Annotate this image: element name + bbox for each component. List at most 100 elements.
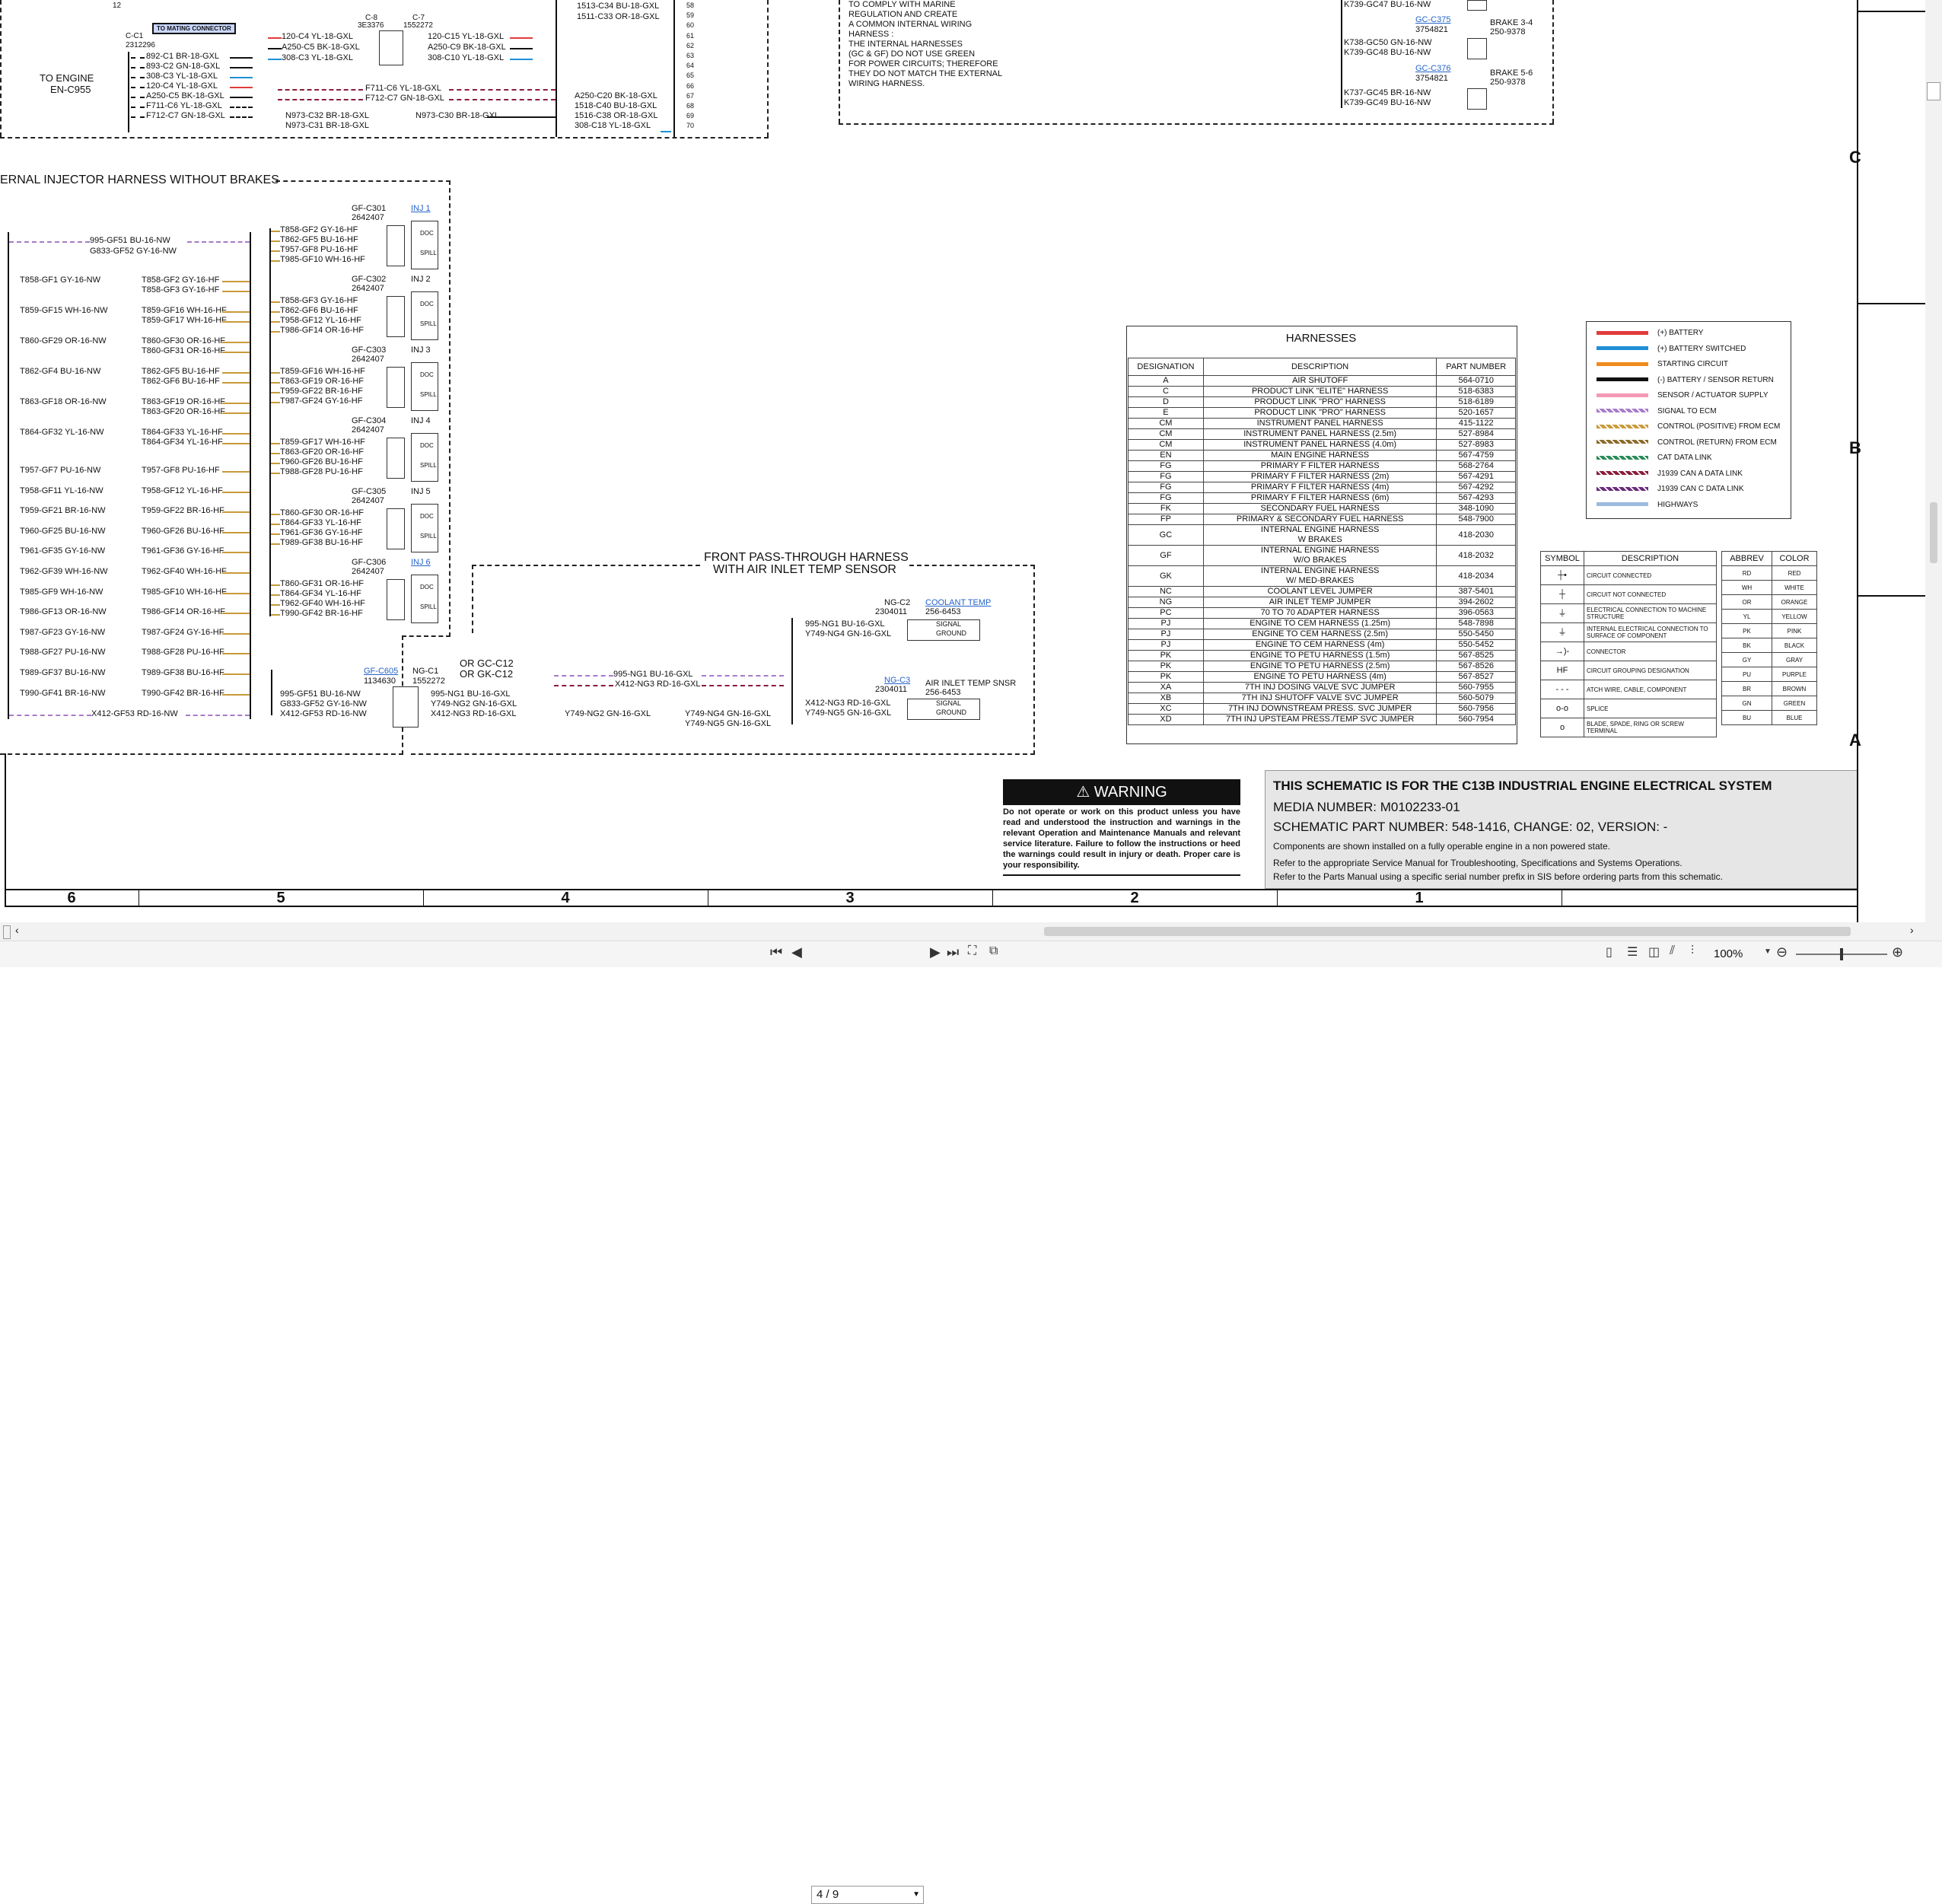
symbol-description: ELECTRICAL CONNECTION TO MACHINE STRUCTU… — [1584, 603, 1717, 623]
next-page-icon[interactable]: ▶ — [930, 944, 941, 960]
zoom-slider-handle[interactable] — [1840, 948, 1843, 960]
front-wire-label: Y749-NG5 GN-16-GXL — [685, 719, 772, 728]
injector-connector-part: 2642407 — [352, 425, 384, 435]
left-panel-handle[interactable] — [3, 925, 11, 939]
abbrev-cell: GY — [1721, 652, 1773, 667]
injector-bottom-border — [0, 753, 403, 755]
side-panel-toggle-icon[interactable] — [1927, 82, 1940, 100]
harnesses-header-cell: DESIGNATION — [1128, 358, 1204, 376]
injector-wire-label: T862-GF6 BU-16-HF — [280, 306, 358, 315]
wire-legend-label: J1939 CAN A DATA LINK — [1657, 469, 1743, 478]
scroll-right-icon[interactable]: › — [1910, 924, 1914, 936]
fit-page-icon[interactable]: ⛶ — [968, 944, 976, 958]
vertical-scroll-thumb[interactable] — [1930, 502, 1937, 563]
symbol-row: ⏚ INTERNAL ELECTRICAL CONNECTION TO SURFA… — [1540, 622, 1717, 642]
last-page-icon[interactable]: ⏭ — [947, 944, 959, 960]
abbrev-cell: PU — [1721, 667, 1773, 682]
wire-legend-row: CONTROL (POSITIVE) FROM ECM — [1597, 422, 1780, 431]
symbol-header-cell: SYMBOL — [1540, 551, 1584, 566]
injector-connector-body — [387, 508, 405, 549]
injector-wire-label: T859-GF17 WH-16-HF — [280, 438, 365, 447]
abbrev-cell: BLUE — [1772, 710, 1817, 725]
injector-wire-lead — [271, 533, 280, 535]
brake-bus-rail — [1341, 0, 1342, 108]
front-bus-rail — [791, 618, 793, 724]
gc-c375-link: GC-C375 — [1415, 15, 1451, 24]
two-page-view-icon[interactable]: ◫ — [1648, 944, 1660, 960]
first-page-icon[interactable]: ⏮ — [770, 944, 782, 960]
harnesses-cell: FG — [1128, 471, 1204, 482]
continuous-view-icon[interactable]: ☰ — [1627, 944, 1638, 960]
injector-row-wire: T860-GF30 OR-16-HF — [142, 336, 226, 345]
injector-connector-label: GF-C301 — [352, 204, 387, 213]
harnesses-cell: 560-7954 — [1436, 714, 1516, 725]
wire-color-swatch — [1597, 377, 1648, 382]
harnesses-cell: A — [1128, 375, 1204, 387]
scroll-left-icon[interactable]: ‹ — [15, 924, 19, 936]
horizontal-scrollbar[interactable]: ‹ › — [0, 922, 1942, 941]
harnesses-cell: INSTRUMENT PANEL HARNESS — [1202, 418, 1437, 429]
abbrev-row: GY GRAY — [1721, 652, 1817, 667]
wire-color-swatch — [1597, 361, 1648, 366]
marine-note-line: A COMMON INTERNAL WIRING — [848, 20, 973, 29]
injector-wire-lead — [271, 250, 280, 252]
abbrev-cell: OR — [1721, 594, 1773, 610]
injector-single-wire: T987-GF24 GY-16-HF — [142, 627, 224, 637]
harnesses-cell: PRODUCT LINK "PRO" HARNESS — [1202, 407, 1437, 419]
injector-single-wire: T958-GF12 YL-16-HF — [142, 486, 223, 495]
symbol-description: ATCH WIRE, CABLE, COMPONENT — [1584, 680, 1717, 699]
page-dropdown-icon[interactable]: ▼ — [912, 1886, 920, 1903]
two-page-continuous-icon[interactable]: ⫽ — [1670, 944, 1675, 958]
wire-color-swatch — [1597, 346, 1648, 351]
single-page-view-icon[interactable]: ▯ — [1606, 944, 1612, 960]
notice-note-1: Components are shown installed on a full… — [1273, 841, 1610, 852]
injector-single-wire-tail — [222, 531, 250, 533]
right-block-wire-label: 1518-C40 BU-18-GXL — [575, 101, 657, 110]
zoom-slider[interactable] — [1796, 948, 1887, 960]
harnesses-cell: ENGINE TO PETU HARNESS (1.5m) — [1202, 650, 1437, 661]
injector-single-wire: T988-GF27 PU-16-NW — [20, 648, 106, 657]
c7-wire-tail — [510, 48, 533, 49]
brake-wire-label: K738-GC50 GN-16-NW — [1344, 38, 1432, 47]
vertical-scrollbar[interactable] — [1925, 0, 1942, 922]
injector-single-wire: T959-GF21 BR-16-NW — [20, 506, 106, 516]
injector-solenoid — [411, 504, 438, 552]
right-block-pin-number: 60 — [686, 21, 695, 30]
rotate-view-icon[interactable]: ⫶ — [1691, 944, 1694, 958]
symbol-row: - - - ATCH WIRE, CABLE, COMPONENT — [1540, 680, 1717, 699]
harnesses-cell: MAIN ENGINE HARNESS — [1202, 450, 1437, 461]
harnesses-cell: 518-6383 — [1436, 386, 1516, 397]
harnesses-row: PJ ENGINE TO CEM HARNESS (1.25m) 548-7898 — [1128, 618, 1516, 629]
front-left-border — [472, 565, 473, 633]
zoom-level[interactable]: 100% — [1714, 947, 1743, 960]
injector-connector-part: 2642407 — [352, 567, 384, 576]
fit-width-icon[interactable]: ⧉ — [989, 944, 998, 958]
prev-page-icon[interactable]: ◀ — [791, 944, 802, 960]
top-left-wire-tail — [230, 107, 253, 108]
wire-legend-row: STARTING CIRCUIT — [1597, 360, 1728, 368]
harnesses-row: FP PRIMARY & SECONDARY FUEL HARNESS 548-79… — [1128, 514, 1516, 525]
brake-wire-label: K739-GC47 BU-16-NW — [1344, 0, 1431, 9]
harnesses-cell: INSTRUMENT PANEL HARNESS (2.5m) — [1202, 428, 1437, 440]
symbol-row: →)- CONNECTOR — [1540, 642, 1717, 661]
c8-wire-lead — [268, 37, 282, 39]
injector-solenoid — [411, 362, 438, 411]
wire-legend-label: (+) BATTERY SWITCHED — [1657, 344, 1746, 353]
marine-note-line: REGULATION AND CREATE — [848, 10, 958, 19]
harnesses-cell: PRODUCT LINK "ELITE" HARNESS — [1202, 386, 1437, 397]
harnesses-cell: 418-2034 — [1436, 565, 1516, 587]
injector-single-wire-tail — [222, 471, 250, 473]
injector-wire-label: T961-GF36 GY-16-HF — [280, 528, 363, 537]
injector-wire-lead — [271, 463, 280, 464]
wire-legend-label: CONTROL (RETURN) FROM ECM — [1657, 438, 1777, 447]
top-left-wire-label: F712-C7 GN-18-GXL — [146, 111, 225, 120]
page-number-input[interactable]: 4 / 9 ▼ — [811, 1886, 924, 1904]
warning-triangle-icon: ⚠ — [1076, 784, 1090, 801]
zoom-in-icon[interactable]: ⊕ — [1892, 944, 1903, 960]
zoom-out-icon[interactable]: ⊖ — [1776, 944, 1788, 960]
injector-row-wire-tail — [222, 352, 250, 353]
ng-c2-part: 2304011 — [875, 607, 908, 616]
zoom-dropdown-icon[interactable]: ▼ — [1764, 947, 1772, 956]
injector-wire-label: T862-GF5 BU-16-HF — [280, 235, 358, 244]
horizontal-scroll-thumb[interactable] — [1044, 927, 1851, 936]
